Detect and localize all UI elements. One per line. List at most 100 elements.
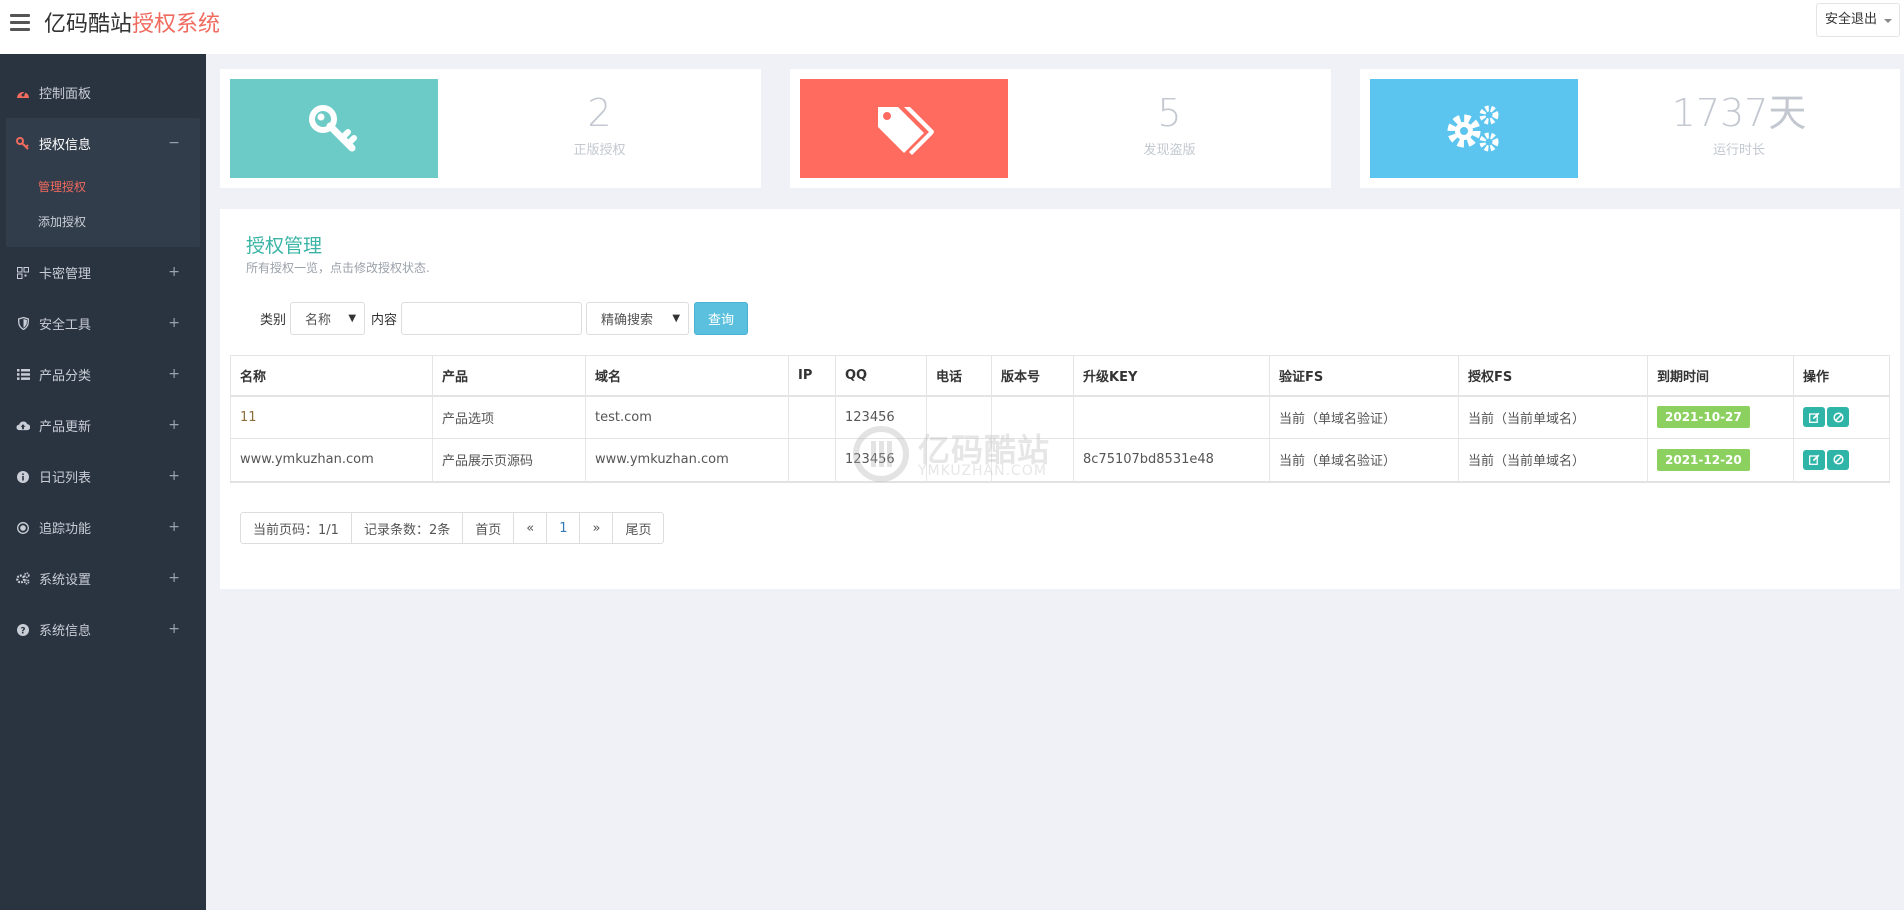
pager-prev[interactable]: « (514, 513, 548, 543)
expand-toggle[interactable]: + (168, 468, 180, 484)
column-header[interactable]: 名称 (230, 355, 433, 397)
stat-icon-box (1370, 79, 1578, 178)
disable-button[interactable] (1827, 449, 1849, 470)
target-icon (16, 521, 30, 535)
cell-name[interactable]: www.ymkuzhan.com (230, 438, 433, 483)
sidebar-item-settings[interactable]: 系统设置 + (0, 553, 206, 604)
sidebar-item-categories[interactable]: 产品分类 + (0, 349, 206, 400)
column-header[interactable]: 验证FS (1269, 355, 1459, 397)
column-header[interactable]: 产品 (432, 355, 586, 397)
column-header[interactable]: 到期时间 (1647, 355, 1794, 397)
cell-upgrade-key (1073, 395, 1270, 439)
collapse-toggle[interactable]: − (168, 135, 180, 151)
search-mode-select[interactable]: 精确搜索 ▼ (586, 301, 690, 335)
gears-icon (1447, 105, 1499, 151)
edit-button[interactable] (1803, 449, 1825, 470)
cell-ip (788, 395, 836, 439)
key-icon (309, 104, 357, 151)
edit-button[interactable] (1803, 407, 1825, 428)
table-row: 11 产品选项 test.com 123456 当前（单域名验证） 当前（当前单… (230, 395, 1890, 439)
column-header[interactable]: 升级KEY (1073, 355, 1270, 397)
sidebar-item-license-info[interactable]: 授权信息 − (6, 118, 200, 169)
cell-product: 产品展示页源码 (432, 438, 586, 483)
cell-version (991, 438, 1074, 483)
pager-last[interactable]: 尾页 (613, 513, 663, 543)
sidebar-item-tracking[interactable]: 追踪功能 + (0, 502, 206, 553)
sidebar-item-logs[interactable]: 日记列表 + (0, 451, 206, 502)
sidebar-subitem-add-license[interactable]: 添加授权 (6, 204, 200, 239)
sidebar-item-label: 授权信息 (39, 138, 92, 153)
query-button[interactable]: 查询 (694, 301, 749, 335)
sidebar-item-label: 控制面板 (39, 87, 92, 102)
panel-title: 授权管理 (246, 235, 323, 257)
sidebar-item-system-info[interactable]: ? 系统信息 + (0, 604, 206, 655)
column-header[interactable]: 域名 (585, 355, 789, 397)
category-label: 类别 (260, 312, 287, 328)
sidebar-item-label: 产品分类 (39, 369, 92, 384)
license-table: 名称 产品 域名 IP QQ 电话 版本号 升级KEY 验证FS 授权FS 到期… (230, 355, 1890, 483)
expand-toggle[interactable]: + (168, 570, 180, 586)
cell-product: 产品选项 (432, 395, 586, 439)
stat-label: 运行时长 (1712, 143, 1765, 158)
tags-icon (878, 106, 934, 155)
sidebar-item-security[interactable]: 安全工具 + (0, 298, 206, 349)
caret-down-icon (1884, 19, 1892, 23)
cell-version (991, 395, 1074, 439)
expand-toggle[interactable]: + (168, 519, 180, 535)
content-input[interactable] (401, 301, 583, 335)
cell-name[interactable]: 11 (230, 395, 433, 439)
expand-toggle[interactable]: + (168, 264, 180, 280)
column-header[interactable]: 操作 (1793, 355, 1890, 397)
expand-toggle[interactable]: + (168, 315, 180, 331)
stat-card-uptime: 1737天 运行时长 (1360, 69, 1900, 188)
stat-icon-box (800, 79, 1008, 178)
pager-current-page: 当前页码：1/1 (241, 513, 352, 543)
cell-domain: test.com (585, 395, 789, 439)
category-select[interactable]: 名称 ▼ (290, 301, 366, 335)
pagination: 当前页码：1/1 记录条数：2条 首页 « 1 » 尾页 (240, 512, 665, 544)
expire-date-badge: 2021-12-20 (1657, 448, 1750, 471)
cell-phone (926, 395, 992, 439)
ban-icon (1832, 412, 1844, 423)
pager-first[interactable]: 首页 (463, 513, 515, 543)
list-icon (16, 368, 30, 382)
key-icon (16, 136, 30, 151)
menu-toggle-icon[interactable] (10, 14, 30, 32)
cell-expire: 2021-10-27 (1647, 395, 1794, 439)
cell-qq: 123456 (835, 438, 927, 483)
column-header[interactable]: 授权FS (1458, 355, 1648, 397)
logout-dropdown[interactable]: 安全退出 (1815, 3, 1900, 37)
column-header[interactable]: IP (788, 355, 836, 397)
sidebar-item-updates[interactable]: 产品更新 + (0, 400, 206, 451)
search-mode-value: 精确搜索 (601, 312, 654, 328)
sidebar-item-dashboard[interactable]: 控制面板 (0, 67, 206, 118)
disable-button[interactable] (1827, 407, 1849, 428)
stat-icon-box (230, 79, 438, 178)
shield-icon (16, 317, 30, 331)
expand-toggle[interactable]: + (168, 366, 180, 382)
expand-toggle[interactable]: + (168, 621, 180, 637)
expand-toggle[interactable]: + (168, 417, 180, 433)
sidebar-item-label: 日记列表 (39, 471, 92, 486)
sidebar-item-label: 产品更新 (39, 420, 92, 435)
content-label: 内容 (371, 312, 398, 328)
sidebar-item-cards[interactable]: 卡密管理 + (0, 247, 206, 298)
sidebar: 控制面板 授权信息 − 管理授权 添加授权 卡密管理 + 安全工具 + 产品分类… (0, 54, 206, 910)
question-icon: ? (16, 623, 30, 637)
sidebar-subitem-manage-license[interactable]: 管理授权 (6, 169, 200, 204)
brand-accent: 授权系统 (132, 12, 221, 37)
cell-expire: 2021-12-20 (1647, 438, 1794, 483)
pager-page-1[interactable]: 1 (547, 513, 581, 543)
table-header-row: 名称 产品 域名 IP QQ 电话 版本号 升级KEY 验证FS 授权FS 到期… (230, 355, 1890, 397)
column-header[interactable]: 电话 (926, 355, 992, 397)
pager-record-count: 记录条数：2条 (352, 513, 464, 543)
svg-text:?: ? (20, 626, 25, 636)
column-header[interactable]: QQ (835, 355, 927, 397)
column-header[interactable]: 版本号 (991, 355, 1074, 397)
cell-actions (1793, 438, 1890, 483)
cell-actions (1793, 395, 1890, 439)
cell-domain: www.ymkuzhan.com (585, 438, 789, 483)
stat-value: 2 (587, 91, 612, 135)
pager-next[interactable]: » (580, 513, 614, 543)
search-form: 类别 名称 ▼ 内容 精确搜索 ▼ 查询 (260, 301, 749, 335)
